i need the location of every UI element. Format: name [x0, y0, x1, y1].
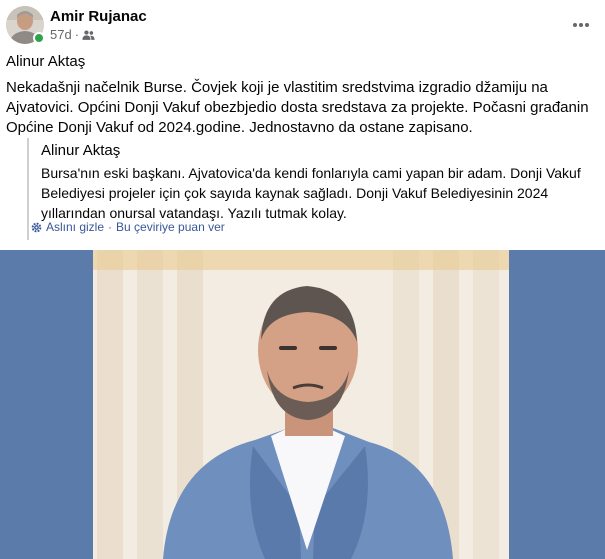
- meta-separator: ·: [74, 27, 80, 42]
- translation-text: Bursa'nın eski başkanı. Ajvatovica'da ke…: [41, 165, 581, 221]
- portrait-image: [93, 250, 509, 559]
- translation-actions: Aslını gizle · Bu çeviriye puan ver: [31, 220, 225, 234]
- author-avatar[interactable]: [6, 6, 45, 44]
- gear-icon: [31, 222, 42, 232]
- hide-original-link[interactable]: Aslını gizle: [46, 220, 104, 234]
- translation-author: Alinur Aktaş: [41, 142, 121, 159]
- more-options-button[interactable]: [569, 14, 593, 36]
- more-options-icon: [573, 23, 589, 27]
- shared-by-name[interactable]: Alinur Aktaş: [6, 53, 85, 70]
- post-meta: 57d ·: [50, 27, 95, 42]
- online-status-indicator: [33, 32, 45, 44]
- facebook-post: Amir Rujanac 57d · Alinur Aktaş Nekadašn…: [0, 0, 605, 559]
- post-time[interactable]: 57d: [50, 27, 72, 42]
- translation-block: Alinur Aktaş Bursa'nın eski başkanı. Ajv…: [27, 138, 599, 240]
- rate-translation-link[interactable]: Bu çeviriye puan ver: [116, 220, 225, 234]
- friends-icon: [82, 29, 95, 40]
- author-name[interactable]: Amir Rujanac: [50, 8, 147, 25]
- post-photo-container[interactable]: [0, 250, 605, 559]
- post-photo[interactable]: [93, 250, 509, 559]
- translation-separator: ·: [108, 220, 113, 234]
- post-text: Nekadašnji načelnik Burse. Čovjek koji j…: [6, 79, 589, 136]
- post-header: Amir Rujanac 57d ·: [6, 6, 599, 46]
